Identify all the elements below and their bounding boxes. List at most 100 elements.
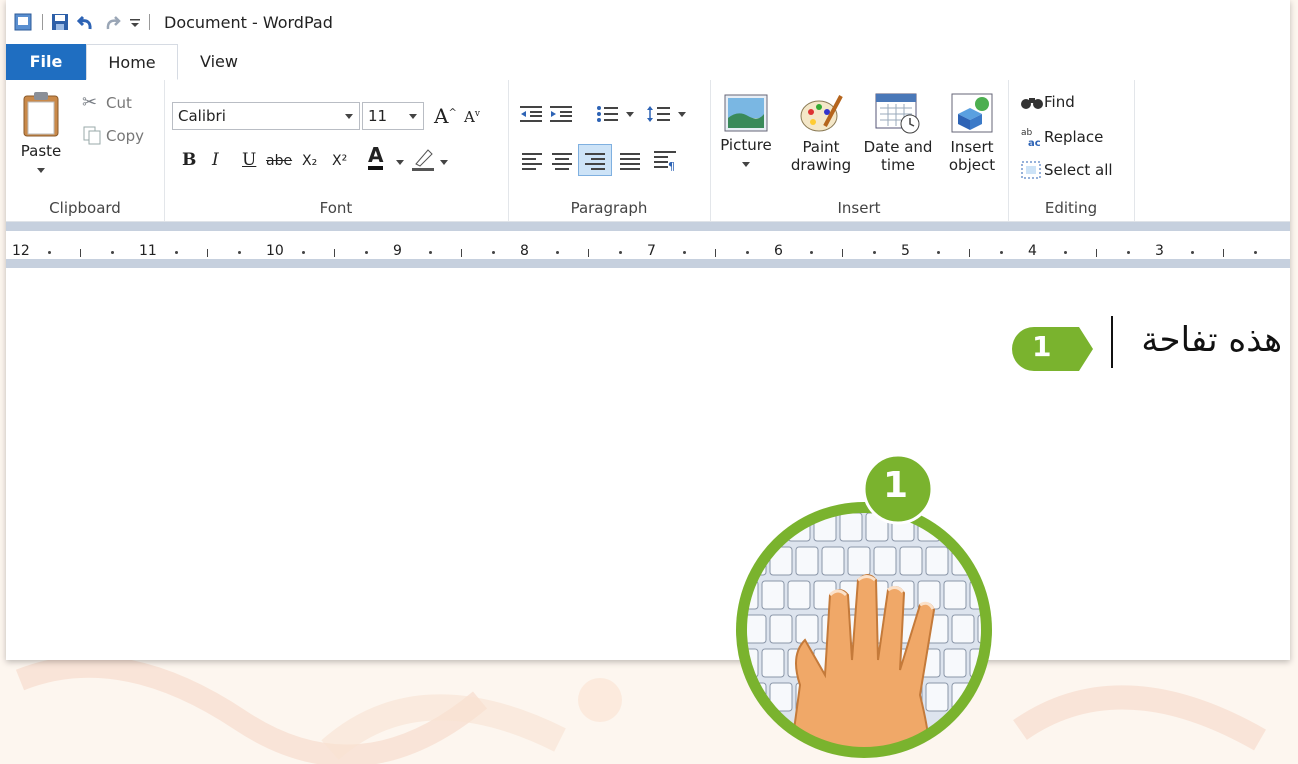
- font-size-select[interactable]: 11: [362, 102, 424, 130]
- date-time-button[interactable]: Date and time: [860, 92, 936, 174]
- ruler-dot: [301, 251, 305, 254]
- keyboard-key: [977, 546, 986, 576]
- keyboard-key: [925, 682, 949, 712]
- paragraph-group-label: Paragraph: [570, 199, 648, 217]
- keyboard-key: [847, 546, 871, 576]
- tab-file[interactable]: File: [6, 44, 86, 80]
- ruler-dot: [746, 251, 750, 254]
- font-family-dropdown-icon: [345, 114, 353, 119]
- scissors-icon: ✂: [82, 92, 98, 113]
- ruler-dot: [47, 251, 51, 254]
- ruler-dot: [492, 251, 496, 254]
- keyboard-key: [761, 648, 785, 678]
- font-color-dropdown-icon[interactable]: [396, 160, 404, 165]
- keyboard-key: [839, 512, 863, 542]
- insert-object-button[interactable]: Insert object: [940, 92, 1004, 174]
- line-spacing-dropdown-icon[interactable]: [678, 112, 686, 117]
- keyboard-key: [996, 581, 998, 609]
- redo-icon[interactable]: [103, 13, 121, 31]
- find-button[interactable]: Find: [1020, 92, 1075, 112]
- ruler-dot: [111, 251, 115, 254]
- ruler-dot: [873, 251, 877, 254]
- ruler-dot: [1063, 251, 1067, 254]
- paste-dropdown-icon: [37, 168, 45, 173]
- undo-icon[interactable]: [77, 13, 95, 31]
- highlight-icon[interactable]: [410, 146, 436, 172]
- keyboard-key: [873, 546, 897, 576]
- object-label-line-1: Insert: [950, 138, 994, 156]
- ruler-number: 11: [139, 243, 157, 259]
- wordpad-window: Document - WordPad File Home View Paste …: [6, 0, 1290, 660]
- svg-text:¶: ¶: [668, 160, 675, 172]
- text-caret: [1111, 316, 1113, 368]
- keyboard-key: [742, 512, 759, 542]
- document-text[interactable]: هذه تفاحة: [1141, 320, 1282, 360]
- bullet-list-icon[interactable]: [596, 104, 618, 124]
- replace-button[interactable]: ab ac Replace: [1020, 126, 1103, 148]
- ruler-dot: [428, 251, 432, 254]
- italic-button[interactable]: I: [212, 150, 219, 170]
- copy-icon: [83, 126, 101, 145]
- document-area[interactable]: 1 هذه تفاحة: [6, 268, 1290, 660]
- font-group: Calibri 11 A^ Av B I U abe X₂ X² A Font: [164, 80, 509, 221]
- highlight-dropdown-icon[interactable]: [440, 160, 448, 165]
- shrink-font-icon[interactable]: Av: [464, 108, 480, 126]
- copy-button[interactable]: Copy: [82, 126, 144, 146]
- select-all-button[interactable]: Select all: [1020, 160, 1113, 180]
- binoculars-icon: [1021, 98, 1043, 109]
- paragraph-settings-icon[interactable]: ¶: [654, 150, 676, 172]
- tab-view[interactable]: View: [184, 44, 254, 80]
- ruler-number: 7: [647, 243, 656, 259]
- bold-button[interactable]: B: [182, 150, 196, 170]
- ruler-tick: [206, 249, 208, 257]
- cut-button[interactable]: ✂ Cut: [82, 92, 132, 113]
- replace-icon: ab ac: [1021, 128, 1041, 148]
- keyboard-key: [996, 649, 998, 677]
- font-color-button[interactable]: A: [368, 144, 384, 170]
- save-icon[interactable]: [51, 13, 69, 31]
- underline-button[interactable]: U: [242, 150, 256, 170]
- tab-home[interactable]: Home: [86, 44, 178, 80]
- line-spacing-icon[interactable]: [646, 104, 670, 124]
- paragraph-group: ¶ Paragraph: [508, 80, 711, 221]
- selectall-label: Select all: [1044, 161, 1113, 179]
- keyboard-key: [943, 580, 967, 610]
- superscript-button[interactable]: X²: [332, 153, 347, 169]
- picture-button[interactable]: Picture: [716, 94, 776, 173]
- picture-dropdown-icon: [742, 162, 750, 167]
- font-family-select[interactable]: Calibri: [172, 102, 360, 130]
- align-center-icon[interactable]: [552, 152, 572, 170]
- paste-label: Paste: [20, 142, 62, 160]
- justify-icon[interactable]: [620, 152, 640, 170]
- keyboard-key: [899, 546, 923, 576]
- keyboard-illustration: 1: [730, 445, 998, 760]
- decrease-indent-icon[interactable]: [520, 104, 542, 124]
- keyboard-key: [969, 512, 986, 542]
- clipboard-group: Paste ✂ Cut Copy Clipboard: [6, 80, 165, 221]
- background-decoration: [15, 660, 1266, 764]
- window-title: Document - WordPad: [164, 12, 333, 32]
- keyboard-key: [951, 614, 975, 644]
- ruler-dot: [555, 251, 559, 254]
- replace-label: Replace: [1044, 128, 1104, 146]
- strikethrough-button[interactable]: abe: [266, 153, 292, 169]
- ruler-tick: [1095, 249, 1097, 257]
- ruler-strip[interactable]: 12 11 10 9 8 7 6 5 4 3: [6, 231, 1290, 259]
- bullet-list-dropdown-icon[interactable]: [626, 112, 634, 117]
- paste-icon: [23, 92, 59, 137]
- align-right-button[interactable]: [578, 144, 612, 176]
- clipboard-group-label: Clipboard: [49, 199, 121, 217]
- increase-indent-icon[interactable]: [550, 104, 572, 124]
- wordpad-app-icon: [14, 13, 32, 31]
- paste-button[interactable]: Paste: [16, 90, 66, 190]
- insert-group: Picture Paint drawing Date and time Inse…: [710, 80, 1009, 221]
- find-label: Find: [1044, 93, 1075, 111]
- ruler-number: 6: [774, 243, 783, 259]
- align-left-icon[interactable]: [522, 152, 542, 170]
- grow-font-icon[interactable]: A^: [434, 104, 457, 128]
- step-callout-number: 1: [1032, 330, 1052, 363]
- customize-qat-icon[interactable]: [129, 13, 141, 31]
- paint-drawing-button[interactable]: Paint drawing: [786, 92, 856, 174]
- ruler-dot: [238, 251, 242, 254]
- subscript-button[interactable]: X₂: [302, 153, 317, 169]
